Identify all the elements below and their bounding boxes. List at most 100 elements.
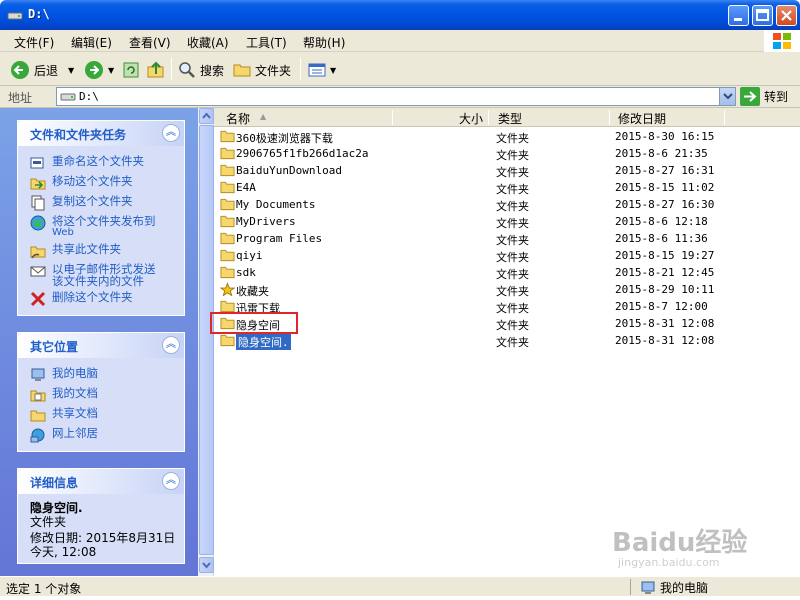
views-button[interactable]: ▼ [308,59,336,81]
file-name: 收藏夹 [236,285,269,298]
toolbar-separator [171,58,172,80]
search-label: 搜索 [200,63,225,78]
file-list[interactable]: 名称 ▲ 大小 类型 修改日期 360极速浏览器下载 文件夹 2015-8-30 1… [198,108,800,576]
window-title: D:\ [28,7,50,21]
file-row[interactable]: My Documents 文件夹 2015-8-27 16:30 [214,196,800,213]
file-row[interactable]: MyDrivers 文件夹 2015-8-6 12:18 [214,213,800,230]
file-type: 文件夹 [496,302,529,315]
file-row[interactable]: 2906765f1fb266d1ac2a 文件夹 2015-8-6 21:35 [214,145,800,162]
folder-icon [220,164,235,177]
file-name: 360极速浏览器下载 [236,132,333,145]
go-arrow-icon [740,87,760,106]
baidu-watermark-url: jingyan.baidu.com [618,556,720,569]
file-date: 2015-8-29 10:11 [615,283,715,296]
file-row[interactable]: E4A 文件夹 2015-8-15 11:02 [214,179,800,196]
column-date[interactable]: 修改日期 [618,110,666,127]
copy-folder-task[interactable]: 复制这个文件夹 [30,195,133,211]
copy-icon [31,195,45,211]
network-icon [30,428,45,443]
address-dropdown-button[interactable] [719,88,735,105]
chevron-down-icon [723,93,733,100]
menu-file[interactable]: 文件(F) [14,34,54,51]
delete-folder-task[interactable]: 删除这个文件夹 [30,291,133,307]
collapse-icon[interactable]: ︽ [162,124,180,142]
file-row[interactable]: 收藏夹 文件夹 2015-8-29 10:11 [214,281,800,298]
back-label: 后退 [34,63,59,78]
folders-button[interactable]: 文件夹 [233,59,291,81]
chevron-down-icon [202,562,211,569]
column-divider[interactable] [488,110,489,125]
title-bar[interactable]: D:\ [0,0,800,30]
maximize-button[interactable] [752,5,773,26]
collapse-icon[interactable]: ︽ [162,336,180,354]
address-input[interactable]: D:\ [56,87,736,106]
file-row[interactable]: qiyi 文件夹 2015-8-15 19:27 [214,247,800,264]
file-row[interactable]: Program Files 文件夹 2015-8-6 11:36 [214,230,800,247]
search-icon [179,62,195,78]
scroll-up-button[interactable] [199,108,214,124]
file-row[interactable]: 迅雷下载 文件夹 2015-8-7 12:00 [214,298,800,315]
file-row[interactable]: sdk 文件夹 2015-8-21 12:45 [214,264,800,281]
details-modified: 修改日期: 2015年8月31日 [30,531,176,545]
my-documents-link[interactable]: 我的文档 [30,387,98,403]
scroll-thumb[interactable] [199,125,214,555]
vertical-scrollbar[interactable] [198,108,214,576]
rename-folder-task[interactable]: 重命名这个文件夹 [30,155,144,171]
back-dropdown-icon[interactable]: ▼ [68,66,74,75]
panel-title: 文件和文件夹任务 [30,128,127,142]
menu-favorites[interactable]: 收藏(A) [187,34,229,51]
column-divider[interactable] [609,110,610,125]
email-folder-task[interactable]: 以电子邮件形式发送 该文件夹内的文件 [30,263,156,287]
file-row[interactable]: BaiduYunDownload 文件夹 2015-8-27 16:31 [214,162,800,179]
close-button[interactable] [776,5,797,26]
file-row[interactable]: 隐身空间 文件夹 2015-8-31 12:08 [214,315,800,332]
forward-button[interactable]: ▼ [84,59,114,81]
column-divider[interactable] [392,110,393,125]
go-button[interactable]: 转到 [740,87,788,106]
file-date: 2015-8-31 12:08 [615,334,715,347]
file-row[interactable]: 隐身空间. 文件夹 2015-8-31 12:08 [214,332,800,350]
menu-tools[interactable]: 工具(T) [246,34,287,51]
search-button[interactable]: 搜索 [178,59,224,81]
move-folder-task[interactable]: 移动这个文件夹 [30,175,133,191]
network-places-link[interactable]: 网上邻居 [30,427,98,443]
menu-edit[interactable]: 编辑(E) [71,34,112,51]
column-name[interactable]: 名称 [226,110,250,127]
chevron-up-icon [202,112,211,119]
file-name: MyDrivers [236,215,296,228]
file-row[interactable]: 360极速浏览器下载 文件夹 2015-8-30 16:15 [214,128,800,145]
address-label: 地址 [8,91,33,105]
file-tasks-header[interactable]: 文件和文件夹任务 ︽ [18,121,184,146]
menu-help[interactable]: 帮助(H) [303,34,345,51]
collapse-icon[interactable]: ︽ [162,472,180,490]
minimize-button[interactable] [728,5,749,26]
publish-folder-task[interactable]: 将这个文件夹发布到 Web [30,215,156,239]
file-type: 文件夹 [496,132,529,145]
forward-dropdown-icon[interactable]: ▼ [108,66,114,75]
column-divider[interactable] [724,110,725,125]
file-type: 文件夹 [496,268,529,281]
column-size[interactable]: 大小 [459,110,483,127]
views-dropdown-icon[interactable]: ▼ [330,66,336,75]
details-header[interactable]: 详细信息 ︽ [18,469,184,494]
file-type: 文件夹 [496,285,529,298]
forward-arrow-icon [85,61,103,79]
file-type: 文件夹 [496,319,529,332]
file-type: 文件夹 [496,183,529,196]
up-folder-button[interactable] [146,59,166,81]
back-button[interactable]: 后退 ▼ [10,59,74,81]
share-folder-task[interactable]: 共享此文件夹 [30,243,121,259]
my-computer-link[interactable]: 我的电脑 [30,367,98,383]
folder-icon [220,198,235,211]
other-places-header[interactable]: 其它位置 ︽ [18,333,184,358]
column-type[interactable]: 类型 [498,110,522,127]
file-name: BaiduYunDownload [236,164,342,177]
folder-icon [233,64,251,77]
menu-view[interactable]: 查看(V) [129,34,171,51]
move-folder-icon [30,178,46,190]
shared-documents-link[interactable]: 共享文档 [30,407,98,423]
scroll-down-button[interactable] [199,557,214,573]
column-header: 名称 ▲ 大小 类型 修改日期 [214,108,800,127]
details-type: 文件夹 [30,515,67,529]
refresh-button[interactable] [122,59,140,81]
